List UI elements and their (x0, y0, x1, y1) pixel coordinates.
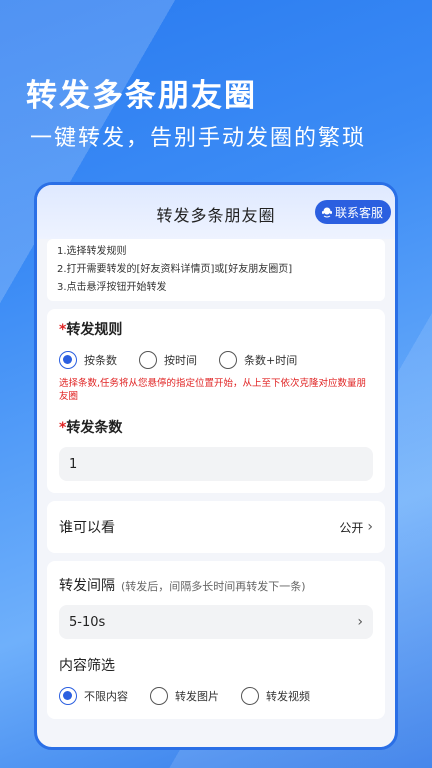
radio-checked-icon (59, 687, 77, 705)
rule-option-by-count[interactable]: 按条数 (59, 351, 117, 369)
app-header: 转发多条朋友圈 联系客服 (37, 185, 395, 239)
interval-select[interactable]: 5-10s › (59, 605, 373, 639)
filter-option-images[interactable]: 转发图片 (150, 687, 219, 705)
rule-radio-group: 按条数 按时间 条数+时间 (59, 351, 373, 369)
radio-label: 条数+时间 (244, 354, 298, 367)
radio-unchecked-icon (150, 687, 168, 705)
radio-unchecked-icon (219, 351, 237, 369)
customer-service-label: 联系客服 (334, 205, 383, 220)
rule-warning: 选择条数,任务将从您悬停的指定位置开始，从上至下依次克隆对应数量朋友圈 (59, 378, 367, 402)
interval-filter-card: 转发间隔 (转发后，间隔多长时间再转发下一条) 5-10s › 内容筛选 不限内容… (47, 561, 385, 719)
rule-option-by-time[interactable]: 按时间 (139, 351, 197, 369)
filter-label: 内容筛选 (59, 658, 115, 674)
rule-label: *转发规则 (59, 319, 373, 339)
instruction-step: 1.选择转发规则 (57, 246, 127, 257)
rule-count-card: *转发规则 按条数 按时间 条数+时间 选择条数,任务将从您悬停的指定位置开始，… (47, 309, 385, 493)
radio-label: 转发图片 (175, 690, 219, 703)
radio-label: 转发视频 (266, 690, 310, 703)
count-input[interactable]: 1 (59, 447, 373, 481)
hero-title: 转发多条朋友圈 (26, 78, 257, 114)
interval-hint: (转发后，间隔多长时间再转发下一条) (121, 580, 306, 593)
radio-unchecked-icon (139, 351, 157, 369)
rule-label-text: 转发规则 (66, 322, 123, 338)
visibility-value: 公开 (339, 520, 364, 535)
radio-label: 不限内容 (84, 690, 128, 703)
count-label-text: 转发条数 (66, 420, 123, 436)
radio-label: 按时间 (164, 354, 197, 367)
instruction-step: 2.打开需要转发的[好友资料详情页]或[好友朋友圈页] (57, 264, 293, 275)
radio-checked-icon (59, 351, 77, 369)
customer-service-button[interactable]: 联系客服 (314, 200, 391, 224)
chevron-right-icon: › (357, 614, 363, 630)
instruction-step: 3.点击悬浮按钮开始转发 (57, 282, 167, 293)
app-screen: 转发多条朋友圈 联系客服 1.选择转发规则 2.打开需要转发的[好友资料详情页]… (34, 182, 398, 750)
interval-label: 转发间隔 (转发后，间隔多长时间再转发下一条) (59, 575, 373, 595)
visibility-label: 谁可以看 (59, 520, 115, 536)
headset-icon (321, 207, 332, 218)
interval-value: 5-10s (69, 614, 106, 630)
count-value: 1 (69, 456, 78, 472)
rule-option-count-time[interactable]: 条数+时间 (219, 351, 297, 369)
count-label: *转发条数 (59, 417, 373, 437)
visibility-card[interactable]: 谁可以看 公开 › (47, 501, 385, 553)
filter-option-videos[interactable]: 转发视频 (241, 687, 310, 705)
filter-option-all[interactable]: 不限内容 (59, 687, 128, 705)
hero-subtitle: 一键转发，告别手动发圈的繁琐 (30, 126, 367, 151)
chevron-right-icon: › (367, 519, 373, 535)
filter-radio-group: 不限内容 转发图片 转发视频 (59, 687, 373, 705)
instructions-box: 1.选择转发规则 2.打开需要转发的[好友资料详情页]或[好友朋友圈页] 3.点… (47, 239, 385, 301)
interval-label-text: 转发间隔 (59, 578, 115, 594)
radio-unchecked-icon (241, 687, 259, 705)
radio-label: 按条数 (84, 354, 117, 367)
